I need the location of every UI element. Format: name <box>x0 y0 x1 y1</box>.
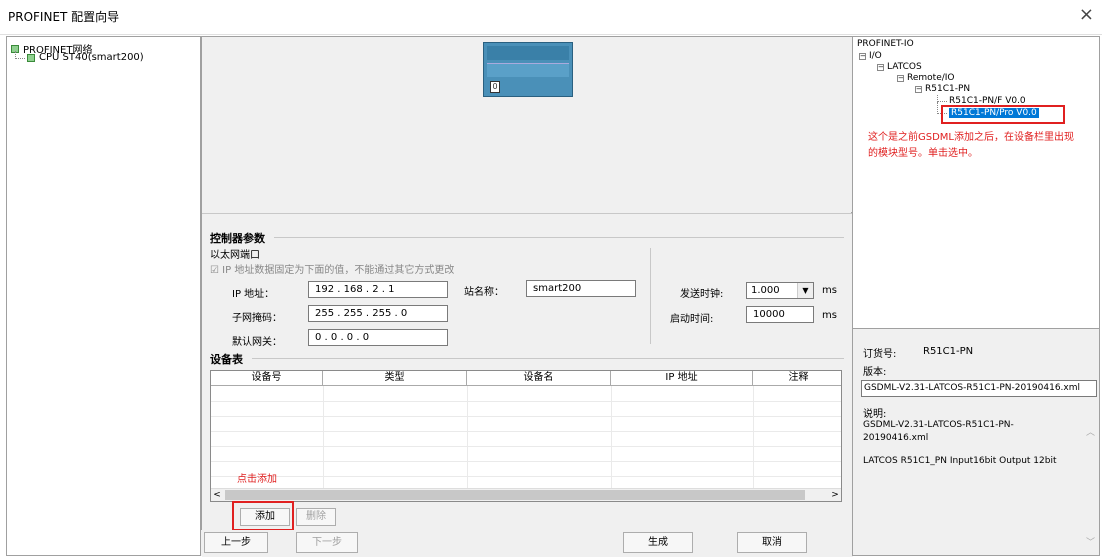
collapse-icon[interactable]: − <box>877 63 884 71</box>
tree-item-cpu[interactable]: CPU ST40(smart200) <box>27 52 144 63</box>
grid-line <box>211 401 841 402</box>
subnet-label: 子网掩码： <box>232 313 282 324</box>
controller-section-title: 控制器参数 <box>210 232 265 245</box>
collapse-icon[interactable]: − <box>859 52 866 60</box>
prev-step-button[interactable]: 上一步 <box>204 532 268 553</box>
network-tree: PROFINET网络 CPU ST40(smart200) <box>6 36 201 556</box>
order-number-value: R51C1-PN <box>923 346 974 357</box>
scroll-left-icon[interactable]: < <box>211 489 223 501</box>
chevron-down-icon: ▼ <box>797 283 813 298</box>
col-header-ip[interactable]: IP 地址 <box>611 371 753 386</box>
startup-time-label: 启动时间: <box>670 314 714 325</box>
catalog-node-remote-io[interactable]: − Remote/IO <box>897 73 955 83</box>
config-main: 0 控制器参数 以太网端口 ☑ IP 地址数据固定为下面的值，不能通过其它方式更… <box>201 36 853 557</box>
catalog-node-vendor[interactable]: − LATCOS <box>877 62 922 72</box>
send-clock-unit: ms <box>822 285 837 296</box>
plc-device-icon[interactable]: 0 <box>483 42 573 97</box>
window-title: PROFINET 配置向导 <box>8 10 120 24</box>
col-header-device-no[interactable]: 设备号 <box>211 371 323 386</box>
col-header-type[interactable]: 类型 <box>323 371 467 386</box>
controller-params-panel: 控制器参数 以太网端口 ☑ IP 地址数据固定为下面的值，不能通过其它方式更改 … <box>202 213 853 557</box>
col-header-comment[interactable]: 注释 <box>753 371 841 386</box>
collapse-icon[interactable]: − <box>897 74 904 82</box>
cancel-button[interactable]: 取消 <box>737 532 807 553</box>
description-file: GSDML-V2.31-LATCOS-R51C1-PN-20190416.xml <box>863 420 1014 443</box>
catalog-node-label: Remote/IO <box>907 73 955 83</box>
next-step-button[interactable]: 下一步 <box>296 532 358 553</box>
ip-address-field[interactable]: 192 . 168 . 2 . 1 <box>308 281 448 298</box>
version-field[interactable]: GSDML-V2.31-LATCOS-R51C1-PN-20190416.xml <box>861 380 1097 397</box>
grid-line <box>211 476 841 477</box>
order-number-label: 订货号: <box>863 349 897 360</box>
click-to-add-annotation: 点击添加 <box>237 474 277 485</box>
device-info-panel: 订货号: R51C1-PN 版本: GSDML-V2.31-LATCOS-R51… <box>853 329 1099 555</box>
device-table-title: 设备表 <box>210 353 243 366</box>
catalog-root[interactable]: PROFINET-IO <box>857 39 914 49</box>
grid-line <box>211 446 841 447</box>
grid-line <box>467 386 468 498</box>
gateway-field[interactable]: 0 . 0 . 0 . 0 <box>308 329 448 346</box>
delete-button[interactable]: 删除 <box>296 508 336 526</box>
plc-row-top <box>487 46 569 60</box>
catalog-node-io[interactable]: − I/O <box>859 51 882 61</box>
grid-line <box>211 431 841 432</box>
plc-port: 0 <box>490 81 500 93</box>
close-icon[interactable]: × <box>1079 4 1094 25</box>
grid-line <box>211 416 841 417</box>
scroll-thumb[interactable] <box>225 490 805 500</box>
add-button-highlight <box>232 501 294 531</box>
catalog-node-label: LATCOS <box>887 62 922 72</box>
station-name-field[interactable]: smart200 <box>526 280 636 297</box>
device-graphic-area: 0 <box>202 37 853 212</box>
generate-button[interactable]: 生成 <box>623 532 693 553</box>
params-divider <box>650 248 651 344</box>
grid-line <box>211 461 841 462</box>
description-text: LATCOS R51C1_PN Input16bit Output 12bit <box>863 456 1057 466</box>
table-separator <box>252 358 844 359</box>
grid-line <box>753 386 754 498</box>
checkbox-label: IP 地址数据固定为下面的值，不能通过其它方式更改 <box>222 265 455 276</box>
module-annotation: 这个是之前GSDML添加之后，在设备栏里出现的模块型号。单击选中。 <box>868 132 1074 159</box>
ip-label: IP 地址： <box>232 289 275 300</box>
catalog-node-label: R51C1-PN <box>925 84 971 94</box>
device-catalog-panel: PROFINET-IO − I/O − LATCOS − Remote/IO −… <box>852 36 1100 556</box>
scroll-down-icon[interactable]: ﹀ <box>1086 535 1095 548</box>
section-separator <box>274 237 844 238</box>
cpu-icon <box>27 53 35 62</box>
gateway-label: 默认网关： <box>232 337 282 348</box>
catalog-node-device[interactable]: − R51C1-PN <box>915 84 970 94</box>
col-header-device-name[interactable]: 设备名 <box>467 371 611 386</box>
module-highlight <box>941 105 1065 124</box>
collapse-icon[interactable]: − <box>915 85 922 93</box>
scroll-right-icon[interactable]: > <box>829 489 841 501</box>
plc-row-middle <box>487 63 569 77</box>
tree-connector <box>937 95 947 102</box>
description-box: GSDML-V2.31-LATCOS-R51C1-PN-20190416.xml… <box>863 419 1083 544</box>
catalog-node-label: I/O <box>869 51 882 61</box>
fixed-ip-checkbox[interactable]: ☑ IP 地址数据固定为下面的值，不能通过其它方式更改 <box>210 261 454 276</box>
tree-connector <box>15 51 25 59</box>
checkbox-icon: ☑ <box>210 265 223 276</box>
station-name-label: 站名称： <box>464 287 504 298</box>
device-table[interactable]: 设备号 类型 设备名 IP 地址 注释 点击添加 < > <box>210 370 842 502</box>
tree-item-label: CPU ST40(smart200) <box>39 52 144 63</box>
subnet-mask-field[interactable]: 255 . 255 . 255 . 0 <box>308 305 448 322</box>
startup-time-field[interactable]: 10000 <box>746 306 814 323</box>
title-divider <box>0 34 1102 35</box>
eth-port-label: 以太网端口 <box>210 250 260 261</box>
grid-line <box>323 386 324 498</box>
grid-line <box>611 386 612 498</box>
version-label: 版本: <box>863 367 887 378</box>
table-hscrollbar[interactable]: < > <box>211 488 841 501</box>
send-clock-select[interactable]: 1.000 ▼ <box>746 282 814 299</box>
send-clock-label: 发送时钟: <box>680 289 724 300</box>
device-catalog-tree[interactable]: PROFINET-IO − I/O − LATCOS − Remote/IO −… <box>853 37 1099 329</box>
description-label: 说明: <box>863 409 887 420</box>
scroll-up-icon[interactable]: ︿ <box>1086 425 1095 438</box>
title-bar: PROFINET 配置向导 × <box>0 0 1102 34</box>
send-clock-value: 1.000 <box>751 285 780 296</box>
wizard-nav-bar: 上一步 下一步 生成 取消 <box>201 530 852 556</box>
startup-time-unit: ms <box>822 310 837 321</box>
